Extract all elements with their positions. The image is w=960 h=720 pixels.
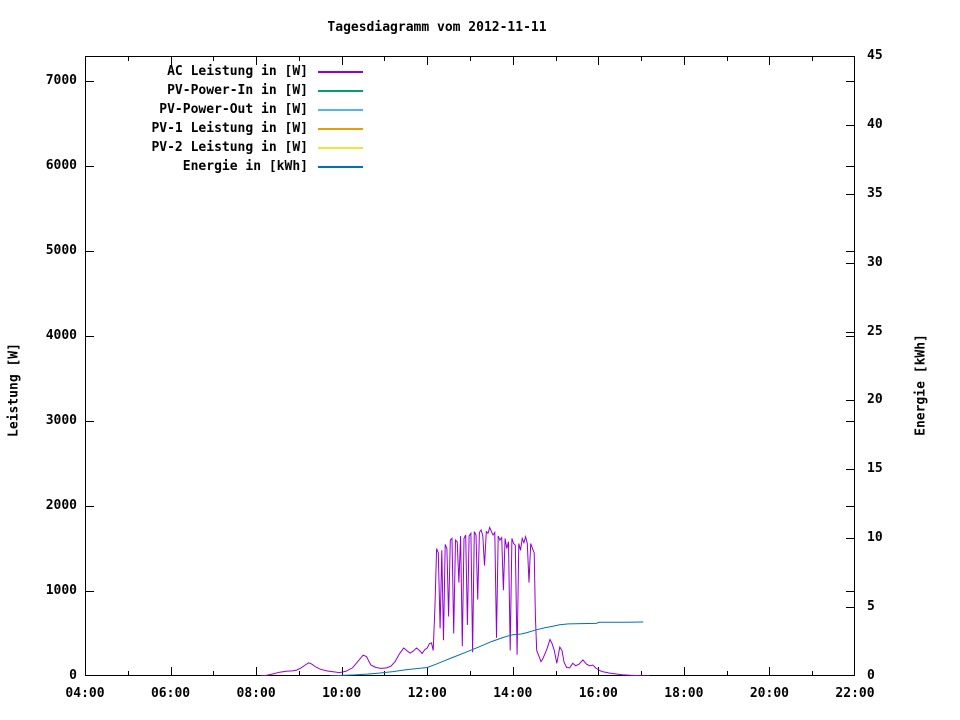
x-tick-label: 18:00 bbox=[664, 686, 704, 701]
legend-label: PV-Power-In in [W] bbox=[167, 83, 308, 98]
left-tick-label: 4000 bbox=[45, 328, 77, 344]
legend-label: PV-1 Leistung in [W] bbox=[151, 121, 308, 136]
left-tick-label: 5000 bbox=[45, 243, 77, 259]
x-tick-label: 16:00 bbox=[578, 686, 618, 701]
x-tick-label: 10:00 bbox=[322, 686, 362, 701]
x-tick-label: 22:00 bbox=[835, 686, 875, 701]
left-tick-label: 7000 bbox=[45, 73, 77, 89]
right-tick-label: 35 bbox=[867, 185, 883, 201]
left-tick-label: 0 bbox=[69, 668, 77, 683]
legend-line-sample bbox=[318, 108, 363, 111]
x-tick-label: 06:00 bbox=[150, 686, 191, 701]
legend-item: PV-Power-Out in [W] bbox=[90, 100, 363, 119]
legend-line-sample bbox=[318, 127, 363, 130]
chart-title: Tagesdiagramm vom 2012-11-11 bbox=[327, 20, 547, 35]
legend-item: PV-1 Leistung in [W] bbox=[90, 119, 363, 138]
legend-line-sample bbox=[318, 70, 363, 73]
x-tick-label: 20:00 bbox=[749, 686, 789, 701]
legend-item: AC Leistung in [W] bbox=[90, 62, 363, 81]
left-tick-label: 3000 bbox=[45, 413, 77, 429]
right-axis-title: Energie [kWh] bbox=[913, 334, 929, 436]
series-line-ac-leistung-in-w bbox=[260, 525, 650, 676]
right-tick-label: 0 bbox=[867, 668, 875, 683]
right-tick-label: 10 bbox=[867, 530, 883, 546]
legend-item: PV-Power-In in [W] bbox=[90, 81, 363, 100]
left-tick-label: 6000 bbox=[45, 158, 77, 174]
right-tick-label: 15 bbox=[867, 461, 883, 477]
legend-line-sample bbox=[318, 165, 363, 168]
legend-label: AC Leistung in [W] bbox=[167, 64, 308, 79]
chart-canvas: Tagesdiagramm vom 2012-11-11 Leistung [W… bbox=[0, 0, 960, 720]
left-tick-label: 2000 bbox=[45, 498, 77, 514]
x-tick-label: 08:00 bbox=[236, 686, 276, 701]
legend-label: Energie in [kWh] bbox=[182, 159, 308, 174]
right-tick-label: 45 bbox=[867, 48, 883, 63]
legend-item: PV-2 Leistung in [W] bbox=[90, 138, 363, 157]
legend-label: PV-2 Leistung in [W] bbox=[151, 140, 308, 155]
left-tick-label: 1000 bbox=[45, 583, 77, 599]
right-tick-label: 20 bbox=[867, 392, 883, 408]
x-tick-label: 14:00 bbox=[493, 686, 533, 701]
legend-line-sample bbox=[318, 146, 363, 149]
legend: AC Leistung in [W] PV-Power-In in [W] PV-P… bbox=[90, 62, 363, 176]
legend-line-sample bbox=[318, 89, 363, 92]
x-tick-label: 04:00 bbox=[65, 686, 105, 701]
x-tick-label: 12:00 bbox=[407, 686, 447, 701]
legend-label: PV-Power-Out in [W] bbox=[159, 102, 308, 117]
right-tick-label: 30 bbox=[867, 254, 883, 270]
legend-item: Energie in [kWh] bbox=[90, 157, 363, 176]
right-tick-label: 5 bbox=[867, 599, 875, 615]
right-tick-label: 25 bbox=[867, 323, 883, 339]
right-tick-label: 40 bbox=[867, 116, 883, 132]
